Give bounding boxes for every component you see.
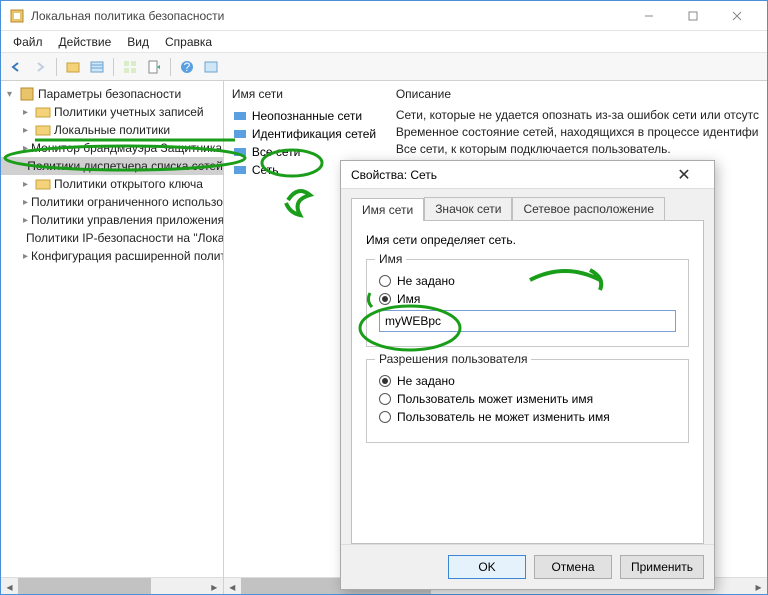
folder-icon: [35, 104, 51, 120]
expand-icon[interactable]: ▸: [23, 107, 35, 118]
dialog-close-button[interactable]: ✕: [664, 162, 704, 188]
description-text: Сети, которые не удается опознать из-за …: [396, 107, 759, 124]
tree-item[interactable]: ▸Политики ограниченного использовани: [1, 193, 223, 211]
dialog-button-row: OK Отмена Применить: [341, 544, 714, 589]
network-icon: [232, 144, 248, 160]
menu-view[interactable]: Вид: [119, 33, 157, 51]
dialog-titlebar: Свойства: Сеть ✕: [341, 161, 714, 189]
menubar: Файл Действие Вид Справка: [1, 31, 767, 53]
group-legend: Разрешения пользователя: [375, 352, 531, 366]
folder-icon: [24, 158, 25, 174]
folder-icon: [35, 176, 51, 192]
list-item[interactable]: Все сети: [232, 143, 380, 161]
radio-icon[interactable]: [379, 275, 391, 287]
tree-root[interactable]: ▾ Параметры безопасности: [1, 85, 223, 103]
collapse-icon[interactable]: ▾: [7, 89, 19, 100]
group-name: Имя Не задано Имя: [366, 259, 689, 347]
forward-button[interactable]: [29, 56, 51, 78]
refresh-icon[interactable]: [200, 56, 222, 78]
titlebar: Локальная политика безопасности: [1, 1, 767, 31]
radio-perm-cannot-change[interactable]: Пользователь не может изменить имя: [379, 410, 676, 424]
help-icon[interactable]: ?: [176, 56, 198, 78]
tree-item-selected[interactable]: Политики диспетчера списка сетей: [1, 157, 223, 175]
description-text: Временное состояние сетей, находящихся в…: [396, 124, 759, 141]
network-icon: [232, 162, 248, 178]
ok-button[interactable]: OK: [448, 555, 526, 579]
menu-action[interactable]: Действие: [51, 33, 120, 51]
scroll-right-icon[interactable]: ▸: [206, 578, 223, 594]
scroll-thumb[interactable]: [18, 578, 151, 594]
tree-item[interactable]: ▸Политики управления приложениями: [1, 211, 223, 229]
radio-icon[interactable]: [379, 375, 391, 387]
tab-network-location[interactable]: Сетевое расположение: [512, 197, 665, 220]
maximize-button[interactable]: [671, 2, 715, 30]
expand-icon[interactable]: ▸: [23, 215, 28, 226]
network-name-input[interactable]: [379, 310, 676, 332]
radio-perm-notset[interactable]: Не задано: [379, 374, 676, 388]
tree-item[interactable]: ▸Конфигурация расширенной политики а: [1, 247, 223, 265]
menu-file[interactable]: Файл: [5, 33, 51, 51]
app-icon: [9, 8, 25, 24]
tab-panel: Имя сети определяет сеть. Имя Не задано …: [351, 220, 704, 544]
description-text: Все сети, к которым подключается пользов…: [396, 141, 759, 158]
toolbar: ?: [1, 53, 767, 81]
tree-pane: ▾ Параметры безопасности ▸Политики учетн…: [1, 81, 224, 594]
minimize-button[interactable]: [627, 2, 671, 30]
tree-item[interactable]: ▸Политики учетных записей: [1, 103, 223, 121]
expand-icon[interactable]: ▸: [23, 197, 28, 208]
svg-text:?: ?: [184, 60, 191, 74]
radio-name[interactable]: Имя: [379, 292, 676, 306]
apply-button[interactable]: Применить: [620, 555, 704, 579]
scroll-right-icon[interactable]: ▸: [750, 578, 767, 594]
tab-network-name[interactable]: Имя сети: [351, 198, 424, 221]
close-button[interactable]: [715, 2, 759, 30]
radio-not-set[interactable]: Не задано: [379, 274, 676, 288]
list-item[interactable]: Неопознанные сети: [232, 107, 380, 125]
export-icon[interactable]: [143, 56, 165, 78]
list-item[interactable]: Идентификация сетей: [232, 125, 380, 143]
back-button[interactable]: [5, 56, 27, 78]
group-legend: Имя: [375, 252, 406, 266]
expand-icon[interactable]: ▸: [23, 125, 35, 136]
scroll-left-icon[interactable]: ◂: [224, 578, 241, 594]
radio-icon[interactable]: [379, 411, 391, 423]
radio-perm-can-change[interactable]: Пользователь может изменить имя: [379, 392, 676, 406]
list-icon[interactable]: [86, 56, 108, 78]
shield-icon: [19, 86, 35, 102]
tree-item[interactable]: Политики IP-безопасности на "Локальн: [1, 229, 223, 247]
column-header-desc[interactable]: Описание: [396, 85, 759, 107]
dialog-title: Свойства: Сеть: [351, 168, 664, 182]
radio-icon[interactable]: [379, 293, 391, 305]
tree-item[interactable]: ▸Локальные политики: [1, 121, 223, 139]
tab-network-icon[interactable]: Значок сети: [424, 197, 512, 220]
network-icon: [232, 126, 248, 142]
tree-item[interactable]: ▸Политики открытого ключа: [1, 175, 223, 193]
folder-icon: [35, 122, 51, 138]
horizontal-scrollbar[interactable]: ◂ ▸: [1, 577, 223, 594]
group-permissions: Разрешения пользователя Не задано Пользо…: [366, 359, 689, 443]
expand-icon[interactable]: ▸: [23, 179, 35, 190]
menu-help[interactable]: Справка: [157, 33, 220, 51]
tree-item[interactable]: ▸Монитор брандмауэра Защитника Wind: [1, 139, 223, 157]
properties-dialog: Свойства: Сеть ✕ Имя сети Значок сети Се…: [340, 160, 715, 590]
expand-icon[interactable]: ▸: [23, 143, 28, 154]
hint-text: Имя сети определяет сеть.: [366, 233, 689, 247]
dialog-tabs: Имя сети Значок сети Сетевое расположени…: [341, 189, 714, 220]
grid-icon[interactable]: [119, 56, 141, 78]
scroll-left-icon[interactable]: ◂: [1, 578, 18, 594]
folder-icon[interactable]: [62, 56, 84, 78]
expand-icon[interactable]: ▸: [23, 251, 28, 262]
column-header-name[interactable]: Имя сети: [232, 85, 380, 107]
cancel-button[interactable]: Отмена: [534, 555, 612, 579]
window-title: Локальная политика безопасности: [31, 9, 627, 23]
network-icon: [232, 108, 248, 124]
radio-icon[interactable]: [379, 393, 391, 405]
